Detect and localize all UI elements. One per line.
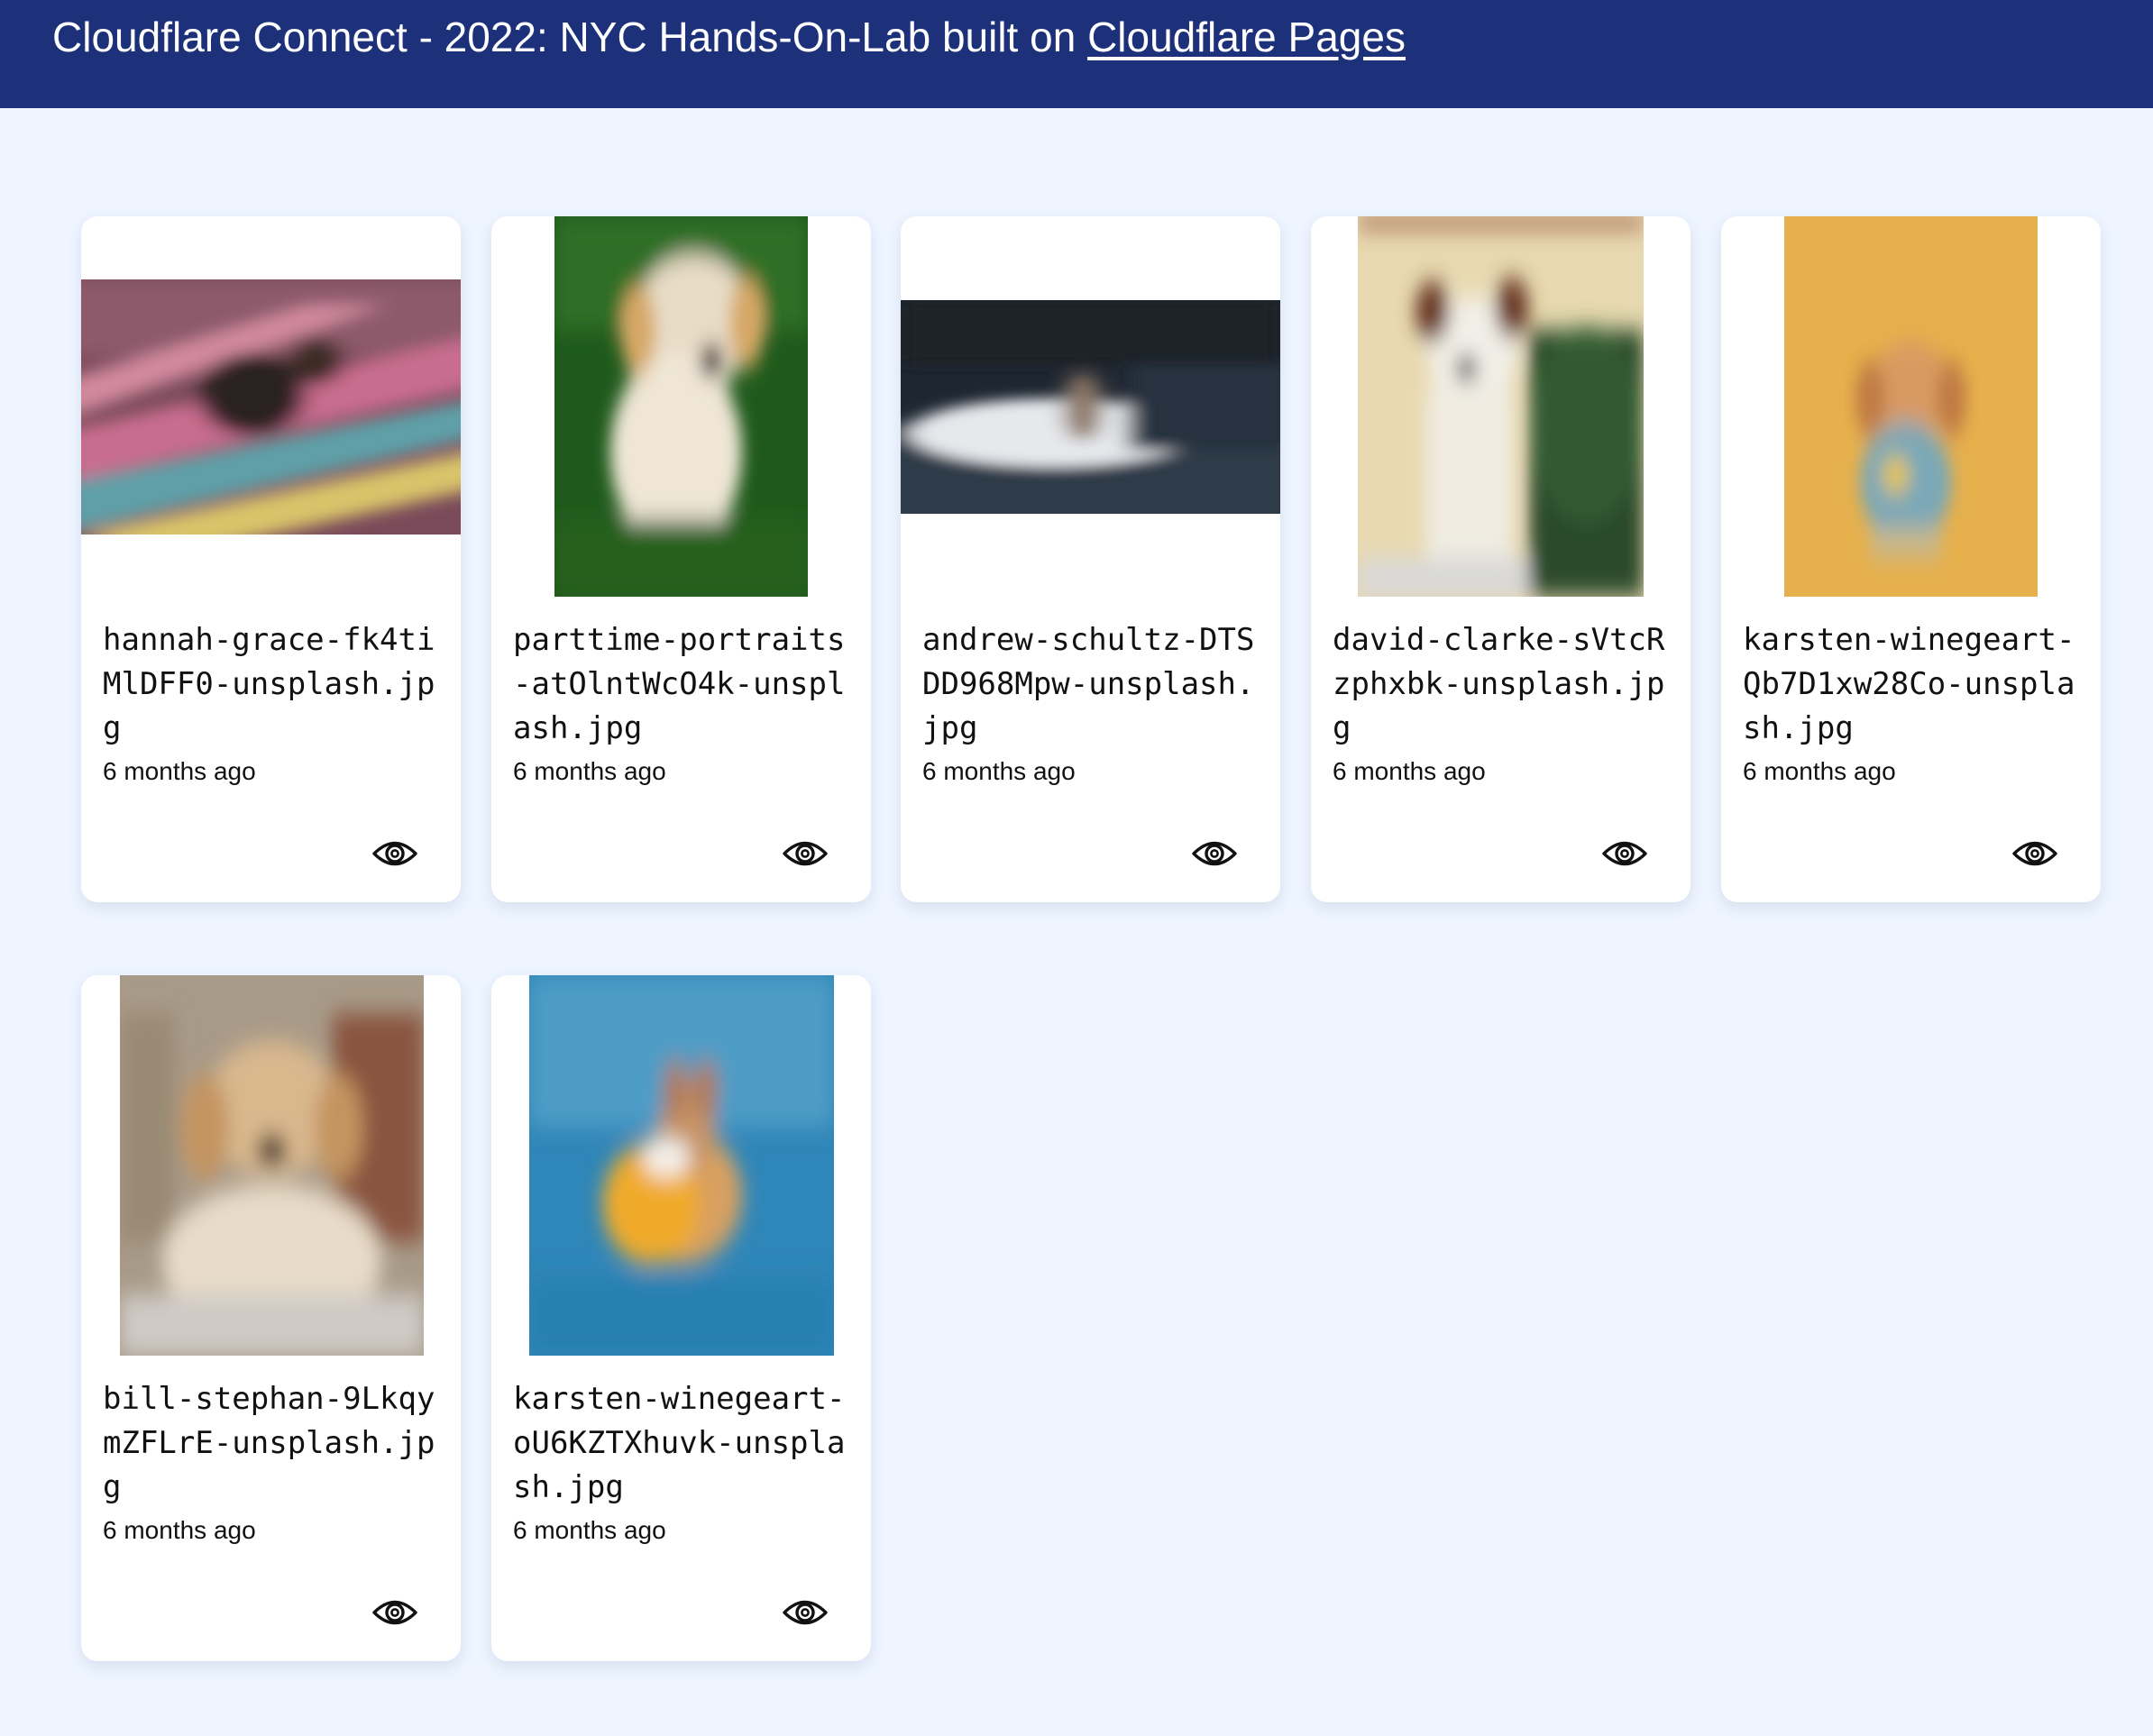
image-filename: karsten-winegeart-Qb7D1xw28Co-unsplash.j… [1743, 622, 2075, 746]
image-filename: karsten-winegeart-oU6KZTXhuvk-unsplash.j… [513, 1381, 846, 1505]
eye-icon[interactable] [782, 838, 829, 869]
image-thumbnail[interactable] [81, 279, 461, 535]
image-thumbnail[interactable] [1784, 216, 2038, 597]
image-card: parttime-portraits-atOlntWcO4k-unsplash.… [491, 216, 871, 902]
image-thumbnail-area [81, 975, 461, 1356]
image-thumbnail[interactable] [901, 300, 1280, 514]
image-filename: hannah-grace-fk4tiMlDFF0-unsplash.jpg [103, 622, 435, 746]
eye-icon[interactable] [371, 838, 418, 869]
image-card: andrew-schultz-DTSDD968Mpw-unsplash.jpg … [901, 216, 1280, 902]
eye-icon[interactable] [782, 1597, 829, 1628]
image-timestamp: 6 months ago [103, 1516, 256, 1544]
image-thumbnail-area [1721, 216, 2101, 597]
image-card: hannah-grace-fk4tiMlDFF0-unsplash.jpg 6 … [81, 216, 461, 902]
cloudflare-pages-link[interactable]: Cloudflare Pages [1087, 14, 1406, 60]
eye-icon[interactable] [2011, 838, 2058, 869]
image-thumbnail[interactable] [529, 975, 834, 1356]
image-filename: david-clarke-sVtcRzphxbk-unsplash.jpg [1333, 622, 1665, 746]
page-title: Cloudflare Connect - 2022: NYC Hands-On-… [52, 9, 1406, 65]
image-timestamp: 6 months ago [1743, 757, 1896, 785]
image-card: karsten-winegeart-oU6KZTXhuvk-unsplash.j… [491, 975, 871, 1661]
eye-icon[interactable] [1601, 838, 1648, 869]
image-thumbnail-area [491, 216, 871, 597]
image-thumbnail-area [1311, 216, 1690, 597]
image-timestamp: 6 months ago [922, 757, 1076, 785]
eye-icon[interactable] [1191, 838, 1238, 869]
eye-icon[interactable] [371, 1597, 418, 1628]
image-card: david-clarke-sVtcRzphxbk-unsplash.jpg 6 … [1311, 216, 1690, 902]
page-title-text: Cloudflare Connect - 2022: NYC Hands-On-… [52, 14, 1088, 60]
image-timestamp: 6 months ago [513, 757, 666, 785]
image-filename: andrew-schultz-DTSDD968Mpw-unsplash.jpg [922, 622, 1255, 746]
image-filename: parttime-portraits-atOlntWcO4k-unsplash.… [513, 622, 846, 746]
image-thumbnail-area [81, 216, 461, 597]
image-thumbnail-area [901, 216, 1280, 597]
image-card: karsten-winegeart-Qb7D1xw28Co-unsplash.j… [1721, 216, 2101, 902]
image-timestamp: 6 months ago [513, 1516, 666, 1544]
image-thumbnail[interactable] [120, 975, 424, 1356]
image-thumbnail[interactable] [1358, 216, 1644, 597]
image-timestamp: 6 months ago [1333, 757, 1486, 785]
image-thumbnail-area [491, 975, 871, 1356]
page-header: Cloudflare Connect - 2022: NYC Hands-On-… [0, 0, 2153, 108]
image-filename: bill-stephan-9LkqymZFLrE-unsplash.jpg [103, 1381, 435, 1505]
image-thumbnail[interactable] [554, 216, 808, 597]
image-card: bill-stephan-9LkqymZFLrE-unsplash.jpg 6 … [81, 975, 461, 1661]
image-timestamp: 6 months ago [103, 757, 256, 785]
